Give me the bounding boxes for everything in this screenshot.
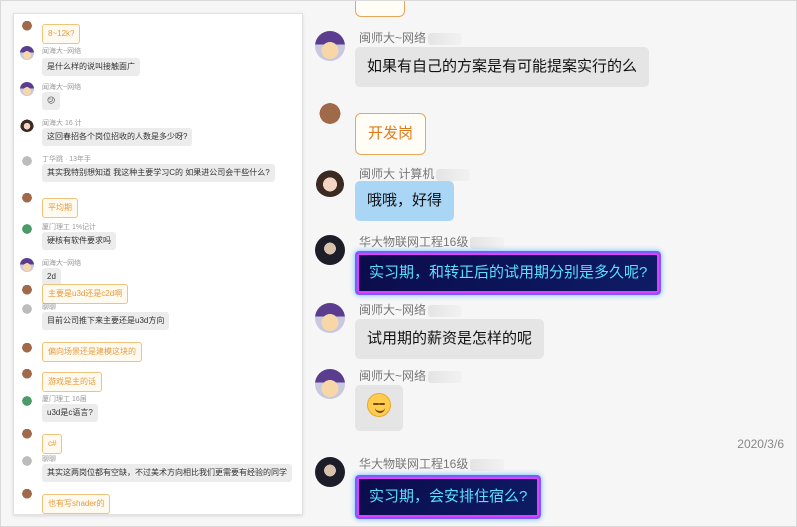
avatar[interactable] [315, 369, 345, 399]
sender-name: 聊聊 [42, 456, 56, 463]
message-bubble[interactable]: 实习期，和转正后的试用期分别是多久呢? [355, 251, 662, 295]
message-bubble: 这回春招各个岗位招收的人数是多少呀? [42, 128, 193, 146]
chat-window: 8~12k? 闻海大~网络 是什么样的说叫接触面广 闻海大~网络 😕 闻海大 1… [0, 0, 797, 527]
message-bubble[interactable]: 开发岗 [355, 113, 427, 155]
blurred-name [428, 304, 463, 317]
blurred-name [470, 458, 505, 471]
message-bubble: c# [42, 434, 63, 454]
blurred-name [436, 168, 471, 181]
message-bubble: 游戏是主的话 [42, 372, 102, 392]
message-bubble[interactable]: 试用期的薪资是怎样的呢 [355, 319, 545, 359]
message-bubble: 也有写shader的 [42, 494, 111, 514]
sender-name: 聊聊 [42, 304, 56, 311]
sender-name: 厦门理工 16届 [42, 396, 87, 403]
avatar [20, 340, 34, 354]
message-bubble: 是什么样的说叫接触面广 [42, 58, 140, 76]
avatar [20, 46, 34, 60]
message-bubble: 😕 [42, 92, 61, 110]
sender-name: 闽师大 计算机 [359, 165, 471, 182]
avatar [20, 302, 34, 316]
message-bubble: u3d是c语言? [42, 404, 98, 422]
sender-name: 闽师大~网络 [359, 29, 463, 46]
message-bubble: 硬核有软件要求吗 [42, 232, 116, 250]
message-bubble: 主要是u3d还是c2d啊 [42, 284, 129, 304]
sender-name: 华大物联网工程16级 [359, 233, 505, 250]
chat-screenshot-thumbnail[interactable]: 8~12k? 闻海大~网络 是什么样的说叫接触面广 闻海大~网络 😕 闻海大 1… [13, 13, 303, 515]
sender-name: 闻海大~网络 [42, 260, 82, 267]
avatar[interactable] [315, 235, 345, 265]
sender-name: 闻海大~网络 [42, 84, 82, 91]
blurred-name [428, 32, 463, 45]
blurred-name [428, 370, 463, 383]
avatar [20, 258, 34, 272]
message-bubble: 其实这两岗位都有空缺，不过美术方向相比我们更需要有经验的同学 [42, 464, 292, 482]
avatar [20, 282, 34, 296]
avatar [20, 118, 34, 132]
message-bubble: 目前公司推下来主要还是u3d方向 [42, 312, 170, 330]
sender-name: 闻海大~网络 [42, 48, 82, 55]
message-bubble[interactable] [355, 385, 403, 431]
avatar [20, 454, 34, 468]
sender-name: 华大物联网工程16级 [359, 455, 505, 472]
message-bubble: 平均期 [42, 198, 78, 218]
message-bubble: 8~12k? [42, 24, 81, 44]
avatar [20, 366, 34, 380]
avatar[interactable] [315, 167, 345, 197]
message-bubble: 其实我特别想知道 我这种主要学习C的 如果进公司会干些什么? [42, 164, 275, 182]
cropped-bubble [355, 1, 405, 17]
avatar [20, 426, 34, 440]
avatar [20, 486, 34, 500]
timestamp: 2020/3/6 [737, 437, 784, 451]
avatar [20, 394, 34, 408]
avatar [20, 190, 34, 204]
sender-name: 丁华跳 · 13年手 [42, 156, 92, 163]
avatar[interactable] [315, 303, 345, 333]
sender-name: 闽师大~网络 [359, 367, 463, 384]
blurred-name [470, 236, 505, 249]
message-bubble: 偏向场景还是建模这块的 [42, 342, 142, 362]
avatar [20, 222, 34, 236]
sender-name: 厦门理工 1%记计 [42, 224, 97, 231]
avatar[interactable] [315, 457, 345, 487]
avatar [20, 18, 34, 32]
avatar [20, 154, 34, 168]
sender-name: 闽师大~网络 [359, 301, 463, 318]
relieved-face-emoji [367, 393, 391, 417]
message-bubble[interactable]: 哦哦，好得 [355, 181, 455, 221]
sender-name: 闻海大 16 计 [42, 120, 82, 127]
avatar[interactable] [315, 97, 345, 127]
message-bubble[interactable]: 实习期，会安排住宿么? [355, 475, 542, 519]
avatar[interactable] [315, 31, 345, 61]
avatar [20, 82, 34, 96]
message-bubble[interactable]: 如果有自己的方案是有可能提案实行的么 [355, 47, 650, 87]
